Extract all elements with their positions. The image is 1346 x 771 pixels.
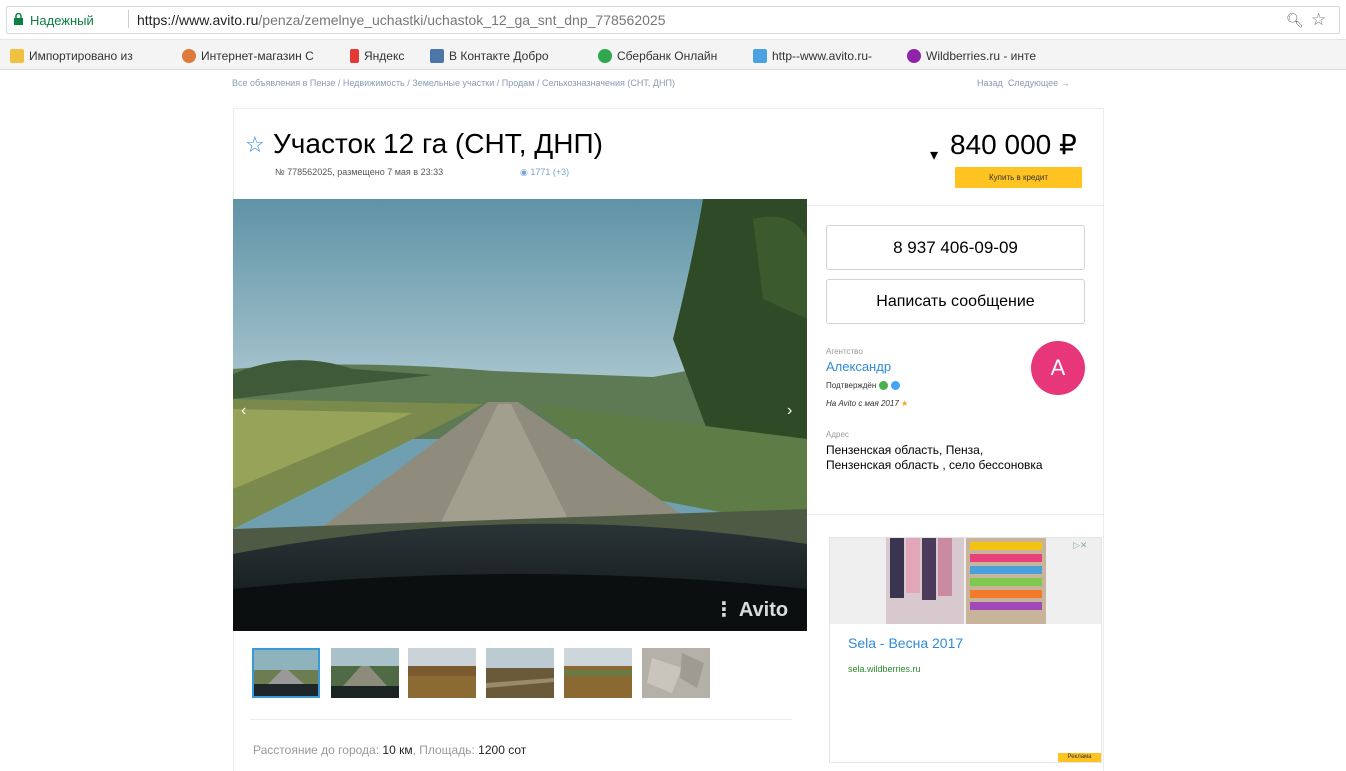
favorite-star-icon[interactable]: ☆	[245, 134, 265, 156]
yandex-icon	[350, 49, 359, 63]
ad-url[interactable]: sela.wildberries.ru	[848, 664, 921, 674]
back-link[interactable]: Назад	[977, 78, 1003, 88]
listing-meta: № 778562025, размещено 7 мая в 23:33	[275, 167, 444, 177]
prev-next-links: Назад Следующее →	[977, 78, 1070, 88]
bookmark-item[interactable]: Импортировано из	[10, 47, 133, 65]
address-text: Пензенская область, Пенза, Пензенская об…	[826, 443, 1043, 472]
url-text[interactable]: https://www.avito.ru/penza/zemelnye_ucha…	[137, 12, 665, 28]
listing-params: Расстояние до города: 10 км, Площадь: 12…	[253, 743, 527, 757]
breadcrumb[interactable]: Все объявления в Пензе / Недвижимость / …	[232, 78, 675, 88]
bookmark-star-icon[interactable]: ☆	[1311, 10, 1326, 30]
avito-watermark: ⋮ Avito	[714, 599, 789, 621]
zoom-icon[interactable]: 🔍︎	[1286, 12, 1304, 28]
email-verified-icon	[891, 381, 901, 390]
bookmark-item[interactable]: Интернет-магазин С	[182, 47, 314, 65]
thumbnail-image	[642, 648, 710, 698]
bookmarks-bar: Импортировано из Интернет-магазин С Янде…	[0, 40, 1346, 70]
ad-label: Реклама	[1058, 753, 1101, 762]
seller-name-link[interactable]: Александр	[826, 359, 891, 374]
secure-label: Надежный	[30, 13, 94, 28]
thumbnail-image	[486, 648, 554, 698]
next-photo-arrow[interactable]: ›	[787, 402, 792, 420]
address-label: Адрес	[826, 430, 849, 439]
ad-title-link[interactable]: Sela - Весна 2017	[848, 635, 963, 651]
bookmark-item[interactable]: http--www.avito.ru-	[753, 47, 872, 65]
divider	[807, 514, 1104, 515]
eye-icon: ◉	[520, 167, 528, 177]
page-title: Участок 12 га (СНТ, ДНП)	[273, 128, 603, 159]
address-bar: Надежный https://www.avito.ru/penza/zeme…	[0, 0, 1346, 40]
bookmark-item[interactable]: Wildberries.ru - инте	[907, 47, 1036, 65]
prev-photo-arrow[interactable]: ‹	[241, 402, 246, 420]
thumbnail[interactable]	[252, 648, 320, 698]
thumbnail-image	[408, 648, 476, 698]
seller-type-label: Агентство	[826, 347, 863, 356]
site-icon	[182, 49, 196, 63]
phone-verified-icon	[879, 381, 889, 390]
road-photo-image	[233, 199, 807, 631]
avito-icon	[753, 49, 767, 63]
thumbnail[interactable]	[564, 648, 632, 698]
divider	[250, 719, 792, 720]
seller-since: На Avito с мая 2017 ★	[826, 399, 909, 408]
ad-image[interactable]	[830, 538, 1101, 624]
thumbnail-image	[331, 648, 399, 698]
send-message-button[interactable]: Написать сообщение	[826, 279, 1085, 324]
price-dropdown-icon[interactable]: ▾	[930, 145, 938, 165]
badge-icon: ★	[901, 399, 909, 408]
thumbnail-image	[254, 650, 318, 696]
wildberries-icon	[907, 49, 921, 63]
bookmark-item[interactable]: Яндекс	[350, 47, 404, 65]
avito-logo-icon: ⋮	[714, 599, 734, 621]
ad-choices-icon[interactable]: ▷✕	[1073, 540, 1087, 551]
avatar[interactable]: A	[1031, 341, 1085, 395]
thumbnail[interactable]	[331, 648, 399, 698]
next-link[interactable]: Следующее →	[1008, 78, 1070, 88]
buy-on-credit-button[interactable]: Купить в кредит	[955, 167, 1082, 188]
price: 840 000 ₽	[950, 129, 1077, 160]
views-count: ◉ 1771 (+3)	[520, 167, 570, 177]
show-phone-button[interactable]: 8 937 406-09-09	[826, 225, 1085, 270]
divider	[807, 205, 1104, 206]
thumbnail[interactable]	[486, 648, 554, 698]
thumbnail[interactable]	[408, 648, 476, 698]
bookmark-item[interactable]: Сбербанк Онлайн	[598, 47, 717, 65]
bookmark-item[interactable]: В Контакте Добро	[430, 47, 549, 65]
main-photo[interactable]	[233, 199, 807, 631]
lock-icon	[14, 13, 23, 25]
vk-icon	[430, 49, 444, 63]
sberbank-icon	[598, 49, 612, 63]
thumbnail-image	[564, 648, 632, 698]
url-separator	[128, 10, 129, 28]
thumbnail[interactable]	[642, 648, 710, 698]
seller-confirmed: Подтверждён	[826, 381, 901, 390]
folder-icon	[10, 49, 24, 63]
ad-clothes-image	[830, 538, 1101, 624]
